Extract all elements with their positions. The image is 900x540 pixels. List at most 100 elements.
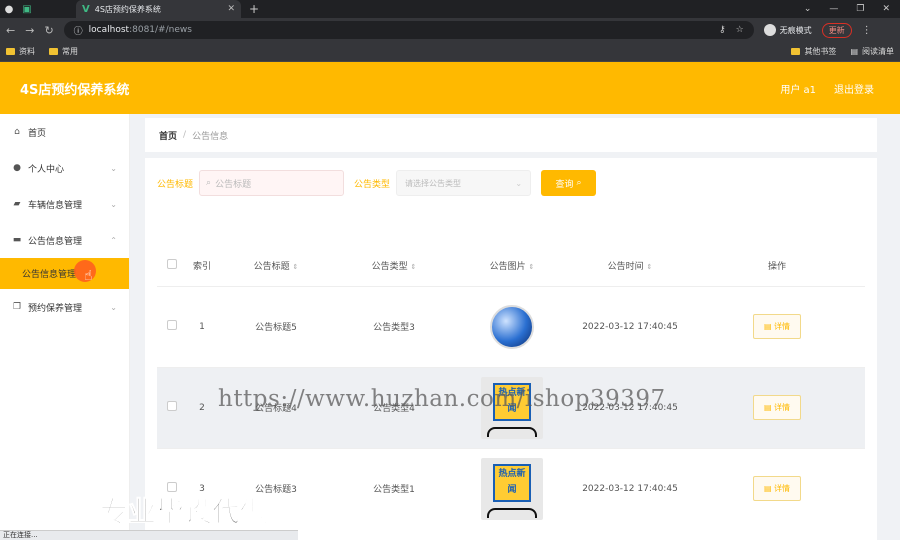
col-image[interactable]: 公告图片 ⇕ — [453, 246, 571, 286]
query-button[interactable]: 查询 ⌕ — [541, 170, 597, 196]
col-index: 索引 — [192, 262, 211, 273]
folder-icon — [6, 48, 15, 55]
chevron-up-icon: ⌃ — [110, 235, 117, 245]
reload-icon[interactable]: ↻ — [44, 24, 53, 37]
new-tab-icon[interactable]: + — [249, 2, 259, 16]
copy-icon: ❐ — [12, 302, 22, 312]
restore-icon[interactable]: ❐ — [856, 4, 864, 14]
row-checkbox[interactable] — [167, 320, 177, 330]
hand-cursor-icon: ☝ — [84, 268, 93, 284]
sidebar-item-vehicles[interactable]: ▰ 车辆信息管理 ⌄ — [0, 186, 129, 222]
user-name[interactable]: 用户 a1 — [780, 81, 816, 96]
news-thumbnail[interactable]: 热点新闻 — [481, 457, 543, 520]
col-time[interactable]: 公告时间 ⇕ — [571, 246, 689, 286]
url-bar[interactable]: ⓘ localhost:8081/#/news ⚷ ☆ — [63, 21, 754, 39]
incognito-icon — [763, 24, 776, 36]
other-bookmarks[interactable]: 其他书签 — [791, 46, 836, 57]
forward-icon[interactable]: → — [25, 24, 34, 37]
bookmark-folder[interactable]: 资料 — [6, 46, 35, 57]
globe-thumbnail[interactable] — [490, 304, 534, 349]
sidebar-item-home[interactable]: ⌂ 首页 — [0, 114, 129, 150]
update-button[interactable]: 更新 — [821, 22, 852, 38]
detail-label: 详情 — [774, 484, 791, 494]
cell-index: 2 — [187, 366, 217, 448]
bookmark-folder[interactable]: 常用 — [49, 46, 78, 57]
cell-time: 2022-03-12 17:40:45 — [571, 447, 689, 529]
close-tab-icon[interactable]: ✕ — [227, 4, 235, 14]
info-icon[interactable]: ⓘ — [74, 24, 83, 37]
bookmarks-bar: 资料 常用 其他书签 ▤ 阅读清单 — [0, 42, 900, 62]
sidebar-item-label: 公告信息管理 — [28, 236, 83, 247]
github-icon[interactable]: ● — [0, 0, 18, 18]
sidebar-item-appointments[interactable]: ❐ 预约保养管理 ⌄ — [0, 289, 129, 325]
detail-button[interactable]: ▤ 详情 — [752, 395, 802, 420]
title-search-input[interactable]: ⌕ 公告标题 — [199, 170, 345, 196]
sort-icon[interactable]: ⇕ — [529, 263, 535, 271]
announcements-table: 索引 公告标题 ⇕ 公告类型 ⇕ 公告图片 ⇕ 公告时间 ⇕ 操作 1 公告标题… — [157, 246, 865, 529]
car-icon: ▰ — [13, 199, 21, 209]
menu-icon[interactable]: ⋮ — [862, 25, 872, 36]
chevron-down-icon: ⌄ — [110, 302, 117, 312]
detail-icon: ▤ — [763, 322, 775, 331]
detail-icon: ▤ — [763, 403, 775, 412]
logout-link[interactable]: 退出登录 — [834, 81, 874, 96]
chevron-down-icon: ⌄ — [110, 163, 117, 173]
news-badge: 热点新闻 — [493, 382, 531, 421]
col-type-label: 公告类型 — [371, 262, 408, 273]
sidebar-item-profile[interactable]: ● 个人中心 ⌄ — [0, 150, 129, 186]
detail-icon: ▤ — [763, 484, 775, 494]
address-toolbar: ← → ↻ ⓘ localhost:8081/#/news ⚷ ☆ 无痕模式 更… — [0, 18, 900, 42]
sidebar-subitem-label: 公告信息管理 — [22, 270, 77, 280]
detail-button[interactable]: ▤ 详情 — [752, 314, 802, 339]
incognito-indicator[interactable]: 无痕模式 — [763, 24, 812, 36]
cell-type: 公告类型3 — [335, 285, 453, 367]
table-row: 2 公告标题4 公告类型4 热点新闻 2022-03-12 17:40:45 ▤… — [157, 366, 865, 448]
back-icon[interactable]: ← — [6, 24, 15, 37]
close-window-icon[interactable]: ✕ — [882, 4, 890, 14]
reading-list[interactable]: ▤ 阅读清单 — [850, 46, 894, 57]
search-icon: ⌕ — [206, 178, 212, 188]
type-select[interactable]: 请选择公告类型 ⌄ — [396, 170, 532, 196]
select-all-checkbox[interactable] — [167, 259, 177, 270]
col-title[interactable]: 公告标题 ⇕ — [217, 246, 335, 286]
app-favicon-icon[interactable]: ▣ — [18, 0, 36, 18]
home-icon: ⌂ — [14, 127, 20, 137]
cell-type: 公告类型1 — [335, 447, 453, 529]
monitor-icon: ▬ — [12, 235, 22, 245]
cell-index: 1 — [187, 285, 217, 367]
sidebar-subitem-announcements[interactable]: 公告信息管理 ☝ — [0, 258, 129, 289]
browser-tabbar: ● ▣ V 4S店预约保养系统 ✕ + ⌄ — ❐ ✕ — [0, 0, 900, 18]
sidebar: ⌂ 首页 ● 个人中心 ⌄ ▰ 车辆信息管理 ⌄ ▬ 公告信息管理 ⌃ 公告信息… — [0, 114, 130, 540]
minimize-icon[interactable]: — — [829, 4, 838, 14]
browser-tab[interactable]: V 4S店预约保养系统 ✕ — [76, 0, 241, 18]
star-icon[interactable]: ☆ — [736, 25, 744, 35]
sidebar-item-announcements[interactable]: ▬ 公告信息管理 ⌃ — [0, 222, 129, 258]
phone-outline — [487, 507, 537, 518]
breadcrumb-current: 公告信息 — [192, 131, 229, 142]
chevron-down-icon[interactable]: ⌄ — [804, 4, 812, 14]
title-filter-label: 公告标题 — [157, 179, 194, 190]
content-panel: 公告标题 ⌕ 公告标题 公告类型 请选择公告类型 ⌄ 查询 ⌕ 索引 公告标题 … — [145, 158, 877, 540]
user-icon: ● — [13, 163, 21, 173]
col-type[interactable]: 公告类型 ⇕ — [335, 246, 453, 286]
filter-bar: 公告标题 ⌕ 公告标题 公告类型 请选择公告类型 ⌄ 查询 ⌕ — [157, 170, 597, 196]
cell-title: 公告标题5 — [217, 285, 335, 367]
news-thumbnail[interactable]: 热点新闻 — [481, 376, 543, 439]
tab-title: 4S店预约保养系统 — [94, 4, 161, 14]
sort-icon[interactable]: ⇕ — [411, 263, 417, 271]
query-label: 查询 — [555, 179, 574, 190]
sort-icon[interactable]: ⇕ — [647, 263, 653, 271]
breadcrumb-home[interactable]: 首页 — [159, 129, 177, 142]
sort-icon[interactable]: ⇕ — [293, 263, 299, 271]
chevron-down-icon: ⌄ — [515, 178, 523, 188]
table-row: 1 公告标题5 公告类型3 2022-03-12 17:40:45 ▤ 详情 — [157, 285, 865, 367]
cell-time: 2022-03-12 17:40:45 — [571, 285, 689, 367]
sidebar-item-label: 预约保养管理 — [28, 303, 83, 314]
detail-button[interactable]: ▤ 详情 — [752, 476, 802, 502]
url-host: localhost — [88, 25, 130, 35]
key-icon[interactable]: ⚷ — [719, 25, 726, 35]
bookmark-label: 阅读清单 — [862, 47, 894, 56]
cell-title: 公告标题4 — [217, 366, 335, 448]
type-placeholder: 请选择公告类型 — [405, 178, 462, 188]
row-checkbox[interactable] — [167, 401, 177, 411]
